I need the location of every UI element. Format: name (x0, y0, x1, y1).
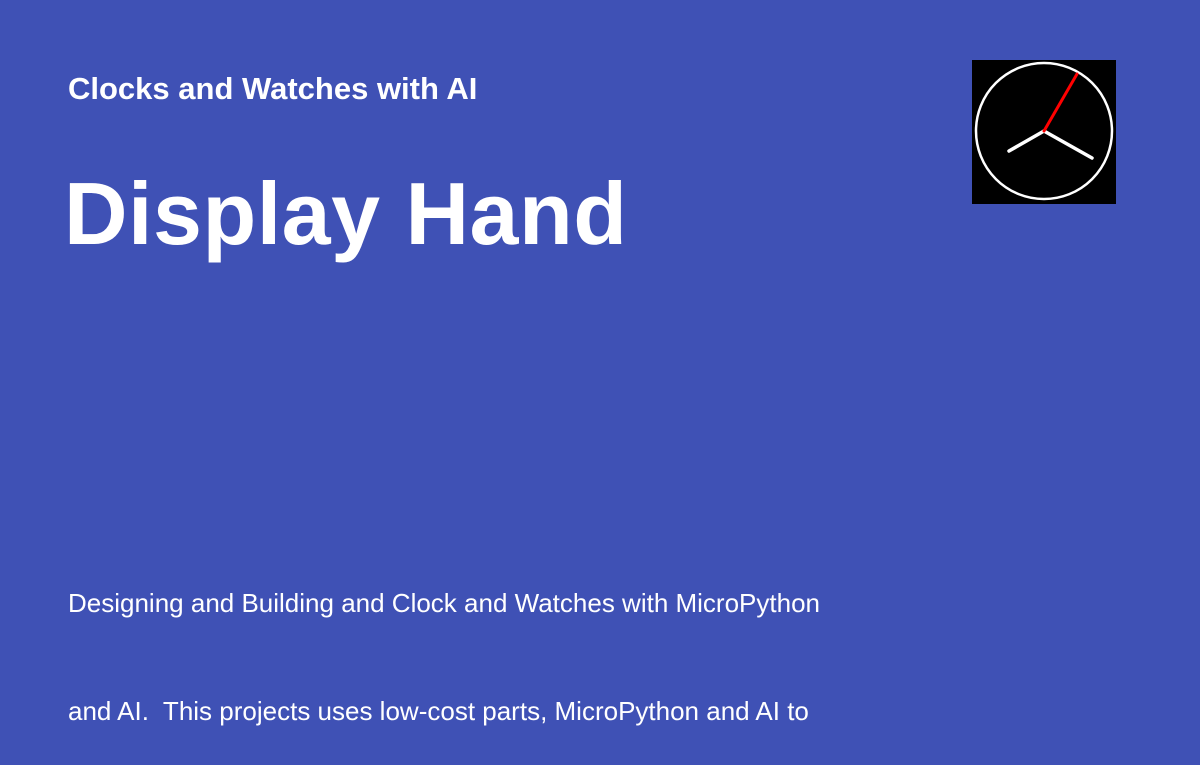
clock-hand-right (1042, 129, 1094, 160)
description-line-1: Designing and Building and Clock and Wat… (68, 588, 820, 618)
analog-clock-icon (974, 61, 1114, 201)
page-description: Designing and Building and Clock and Wat… (68, 513, 928, 765)
clock-logo (972, 60, 1116, 204)
clock-hand-left (1007, 129, 1046, 153)
page-title: Display Hand (64, 164, 628, 263)
site-name: Clocks and Watches with AI (68, 71, 478, 106)
clock-second-hand (1042, 72, 1079, 133)
description-line-2: and AI. This projects uses low-cost part… (68, 696, 809, 726)
